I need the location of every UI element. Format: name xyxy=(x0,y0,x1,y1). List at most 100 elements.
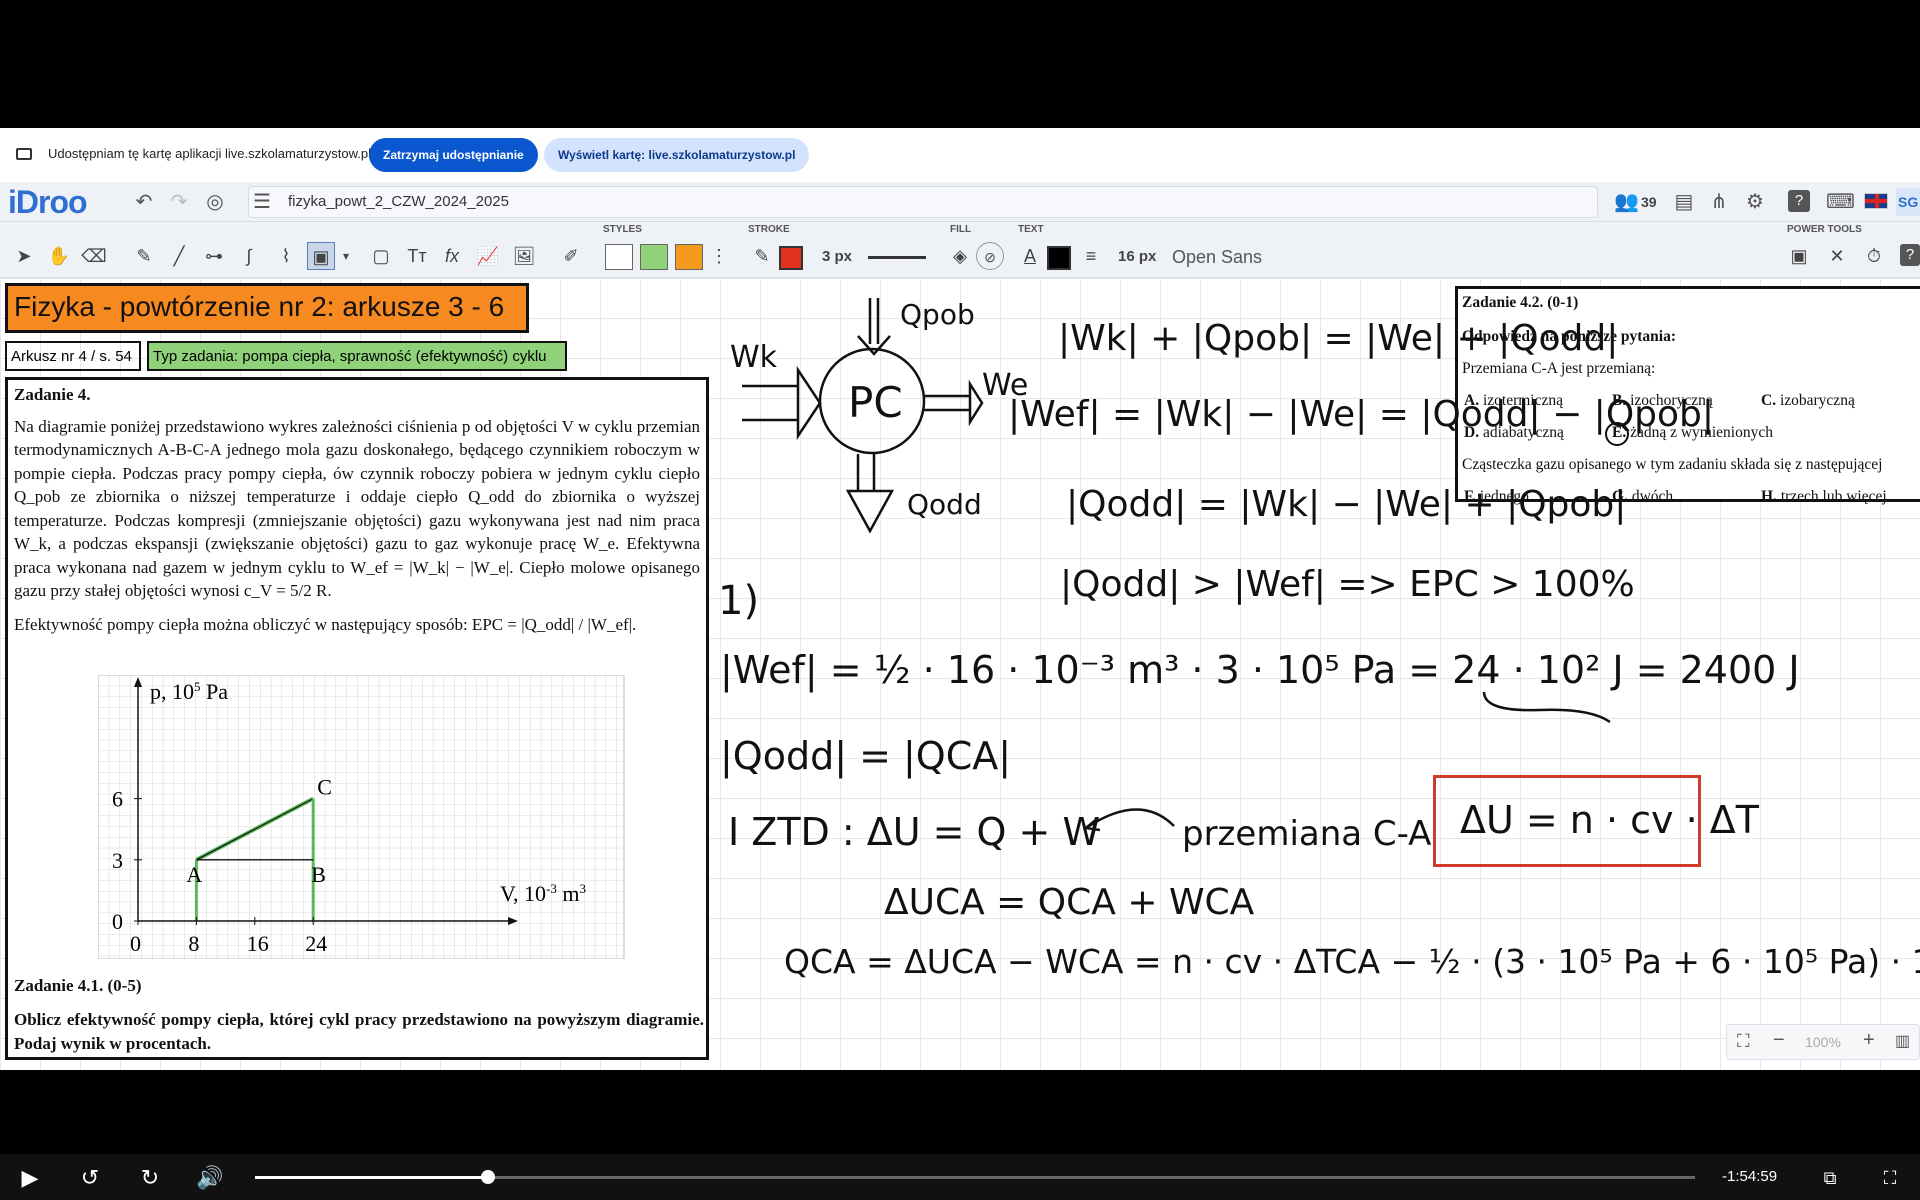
rewind-icon[interactable]: ↺ xyxy=(76,1164,104,1192)
uk-flag-icon[interactable] xyxy=(1864,193,1888,209)
board-title: fizyka_powt_2_CZW_2024_2025 xyxy=(288,193,509,210)
participants-count: 39 xyxy=(1641,194,1657,210)
stroke-pen-icon[interactable]: ✎ xyxy=(748,242,776,270)
zoom-in-icon[interactable]: + xyxy=(1863,1029,1875,1052)
text-align-icon[interactable]: ≡ xyxy=(1077,242,1105,270)
equation-energy-balance: |Wk| + |Qpob| = |We| + |Qodd| xyxy=(1058,318,1619,359)
power-tools-label: POWER TOOLS xyxy=(1787,224,1862,235)
power-help-icon[interactable]: ? xyxy=(1900,244,1920,266)
idroo-app: iDroo ↶ ↷ ◎ ☰ fizyka_powt_2_CZW_2024_202… xyxy=(0,182,1920,1070)
task-4-1-heading: Zadanie 4.1. (0-5) xyxy=(14,976,142,995)
equation-qodd-qca: |Qodd| = |QCA| xyxy=(720,734,1012,778)
qodd-label: Qodd xyxy=(907,488,982,521)
formula-tool-icon[interactable]: fx xyxy=(438,242,466,270)
style-swatch-3[interactable] xyxy=(675,244,703,270)
settings-gear-icon[interactable]: ⚙ xyxy=(1743,190,1767,214)
lesson-title: Fizyka - powtórzenie nr 2: arkusze 3 - 6 xyxy=(5,283,529,333)
x-tick-label: 16 xyxy=(247,931,269,956)
equation-first-law: I ZTD : ΔU = Q + W xyxy=(728,810,1101,854)
undo-icon[interactable]: ↶ xyxy=(132,190,156,214)
x-tick-label: 0 xyxy=(130,931,141,956)
timer-icon[interactable]: ⏱ xyxy=(1860,242,1888,270)
hand-tool-icon[interactable]: ✋ xyxy=(45,242,73,270)
task-type-tag: Typ zadania: pompa ciepła, sprawność (ef… xyxy=(147,341,567,371)
step-number: 1) xyxy=(718,578,760,624)
point-label-c: C xyxy=(317,775,332,800)
y-axis-label: p, 105 Pa xyxy=(150,679,228,704)
show-tab-button[interactable]: Wyświetl kartę: live.szkolamaturzystow.p… xyxy=(544,138,810,172)
style-swatch-2[interactable] xyxy=(640,244,668,270)
pen-tool-icon[interactable]: ✎ xyxy=(130,242,158,270)
fill-bucket-icon[interactable]: ◈ xyxy=(946,242,974,270)
target-icon[interactable]: ◎ xyxy=(203,190,227,214)
stroke-width-value[interactable]: 3 px xyxy=(822,248,852,265)
shape-dropdown-icon[interactable]: ▾ xyxy=(338,242,354,270)
x-tick-label: 24 xyxy=(305,931,327,956)
task-4-1-text: Oblicz efektywność pompy ciepła, której … xyxy=(14,1010,704,1053)
collapse-icon[interactable]: ✕ xyxy=(1823,242,1851,270)
share-status-text: Udostępniam tę kartę aplikacji live.szko… xyxy=(48,146,371,161)
user-avatar[interactable]: SG xyxy=(1896,188,1920,216)
we-arrow xyxy=(924,379,984,427)
chat-icon[interactable]: ▤ xyxy=(1672,190,1696,214)
drawing-toolbar: ➤ ✋ ⌫ ✎ ╱ ⊶ ∫ ⌇ ▣ ▾ ▢ Tт fx 📈 🖼 ✐ STYLES… xyxy=(0,222,1920,278)
picture-in-picture-icon[interactable]: ⧉ xyxy=(1816,1164,1844,1192)
no-fill-icon[interactable]: ⊘ xyxy=(976,242,1004,270)
font-name-value[interactable]: Open Sans xyxy=(1172,247,1262,268)
select-tool-icon[interactable]: ➤ xyxy=(10,242,38,270)
image-tool-icon[interactable]: 🖼 xyxy=(510,242,538,270)
stroke-color-swatch[interactable] xyxy=(779,246,803,270)
screen-share-bar: Udostępniam tę kartę aplikacji live.szko… xyxy=(0,128,1920,182)
polyline-tool-icon[interactable]: ⌇ xyxy=(272,242,300,270)
menu-icon[interactable]: ☰ xyxy=(250,190,274,214)
text-color-icon[interactable]: A xyxy=(1016,242,1044,270)
help-icon[interactable]: ? xyxy=(1788,190,1810,212)
eraser-tool-icon[interactable]: ⌫ xyxy=(80,242,108,270)
zoom-level[interactable]: 100% xyxy=(1805,1034,1841,1050)
idroo-logo: iDroo xyxy=(8,184,88,220)
more-styles-icon[interactable]: ⋮ xyxy=(710,242,728,270)
keyboard-icon[interactable]: ⌨ xyxy=(1826,190,1855,214)
style-swatch-1[interactable] xyxy=(605,244,633,270)
equation-wef-value: |Wef| = ½ · 16 · 10⁻³ m³ · 3 · 10⁵ Pa = … xyxy=(720,648,1800,692)
whiteboard-canvas[interactable]: Fizyka - powtórzenie nr 2: arkusze 3 - 6… xyxy=(0,278,1920,1070)
y-tick-label: 3 xyxy=(112,848,123,873)
play-icon[interactable]: ▶ xyxy=(16,1164,44,1192)
zoom-out-icon[interactable]: − xyxy=(1773,1029,1785,1052)
curve-tool-icon[interactable]: ∫ xyxy=(235,242,263,270)
equation-wef: |Wef| = |Wk| − |We| = |Qodd| − |Qpob| xyxy=(1008,394,1715,435)
sticky-tool-icon[interactable]: ▢ xyxy=(367,242,395,270)
progress-track[interactable] xyxy=(255,1170,1695,1184)
stop-sharing-button[interactable]: Zatrzymaj udostępnianie xyxy=(369,138,538,172)
fit-screen-icon[interactable]: ⛶ xyxy=(1737,1031,1750,1052)
font-size-value[interactable]: 16 px xyxy=(1118,248,1156,265)
redo-icon[interactable]: ↷ xyxy=(167,190,191,214)
x-axis-label: V, 10-3 m3 xyxy=(500,881,586,906)
result-underline xyxy=(1482,691,1611,724)
zoom-controls: ⛶ − 100% + ▥ xyxy=(1726,1024,1920,1060)
volume-icon[interactable]: 🔊 xyxy=(196,1164,224,1192)
minimap-icon[interactable]: ▥ xyxy=(1895,1031,1910,1051)
y-tick-label: 0 xyxy=(112,909,123,934)
stroke-label: STROKE xyxy=(748,224,790,235)
task-4-2-heading: Zadanie 4.2. (0-1) xyxy=(1462,294,1579,311)
question-2: Cząsteczka gazu opisanego w tym zadaniu … xyxy=(1462,456,1883,473)
line-tool-icon[interactable]: ╱ xyxy=(165,242,193,270)
fill-label: FILL xyxy=(950,224,972,235)
forward-icon[interactable]: ↻ xyxy=(136,1164,164,1192)
screen-share-icon xyxy=(16,148,32,160)
presenter-icon[interactable]: ▣ xyxy=(1785,242,1813,270)
graph-tool-icon[interactable]: 📈 xyxy=(474,242,502,270)
share-icon[interactable]: ⋔ xyxy=(1707,190,1731,214)
eyedropper-icon[interactable]: ✐ xyxy=(557,242,585,270)
participants-icon[interactable]: 👥 xyxy=(1614,190,1639,214)
text-tool-icon[interactable]: Tт xyxy=(403,242,431,270)
point-label-a: A xyxy=(186,862,202,887)
text-color-swatch[interactable] xyxy=(1047,246,1071,270)
fullscreen-icon[interactable]: ⛶ xyxy=(1876,1164,1904,1192)
connector-tool-icon[interactable]: ⊶ xyxy=(200,242,228,270)
epc-formula-text: Efektywność pompy ciepła można obliczyć … xyxy=(14,614,637,634)
progress-knob[interactable] xyxy=(481,1170,496,1184)
rectangle-tool-icon[interactable]: ▣ xyxy=(307,242,335,270)
task-4-heading: Zadanie 4. xyxy=(14,385,91,404)
